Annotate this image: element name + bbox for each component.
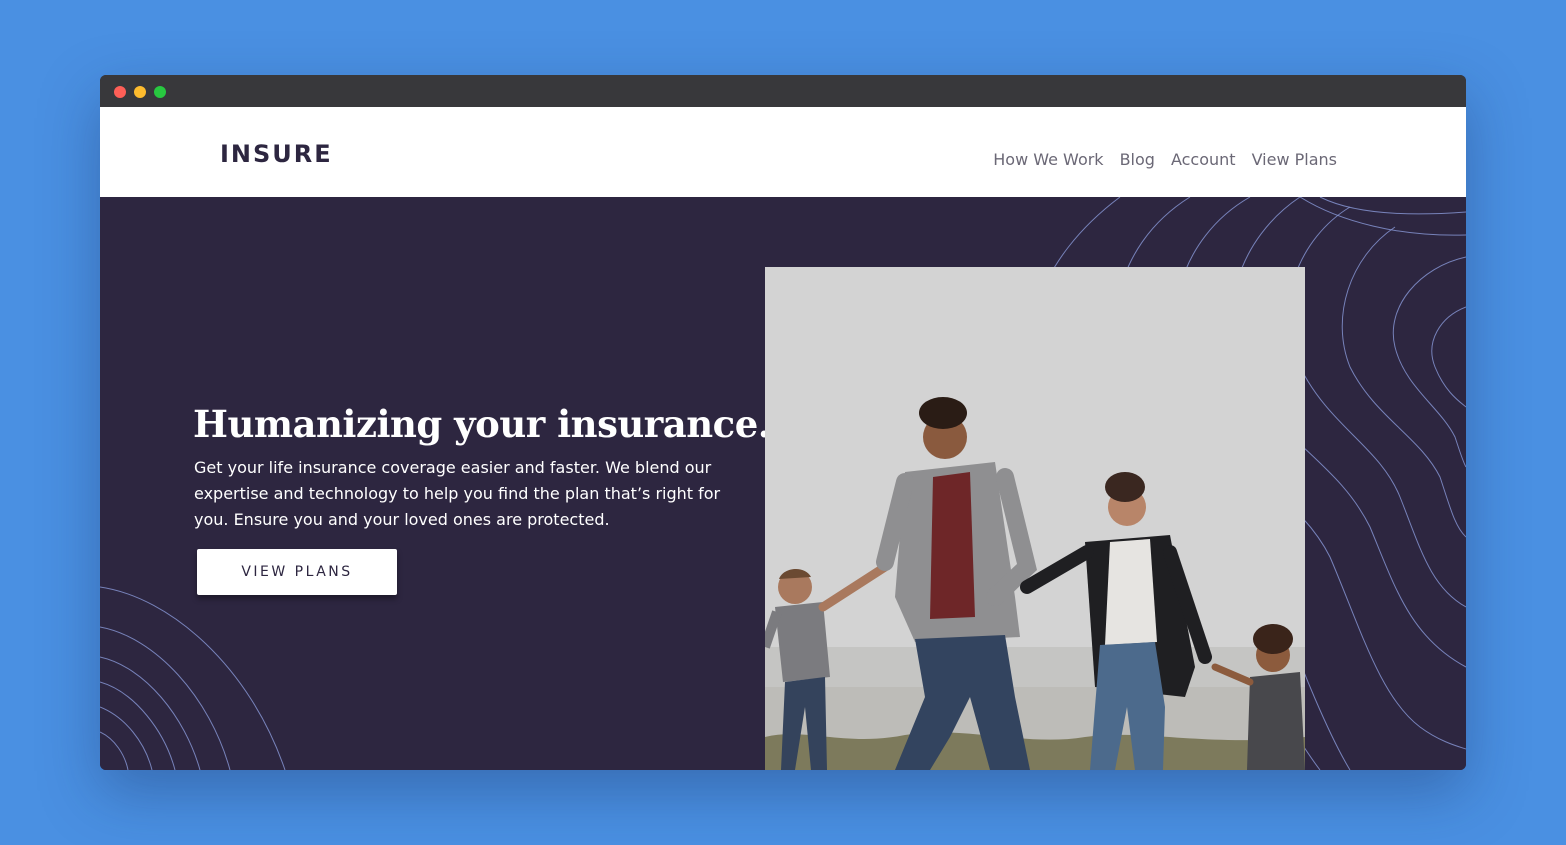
view-plans-button[interactable]: VIEW PLANS — [197, 549, 397, 595]
main-nav: How We Work Blog Account View Plans — [993, 149, 1337, 171]
window-titlebar — [100, 75, 1466, 107]
minimize-window-button[interactable] — [134, 86, 146, 98]
close-window-button[interactable] — [114, 86, 126, 98]
nav-link-how-we-work[interactable]: How We Work — [993, 149, 1103, 171]
contour-pattern-left — [100, 586, 286, 770]
family-photo-icon — [765, 267, 1305, 770]
hero-description: Get your life insurance coverage easier … — [194, 458, 721, 529]
nav-link-account[interactable]: Account — [1171, 149, 1236, 171]
maximize-window-button[interactable] — [154, 86, 166, 98]
nav-link-blog[interactable]: Blog — [1120, 149, 1155, 171]
site-logo[interactable]: INSURE — [220, 140, 333, 168]
family-photo — [765, 267, 1305, 770]
browser-window: INSURE How We Work Blog Account View Pla… — [100, 75, 1466, 770]
site-header: INSURE How We Work Blog Account View Pla… — [100, 107, 1466, 197]
hero-title: Humanizing your insurance. — [193, 402, 771, 446]
hero-section: Humanizing your insurance. Get your life… — [100, 197, 1466, 770]
nav-link-view-plans[interactable]: View Plans — [1252, 149, 1337, 171]
